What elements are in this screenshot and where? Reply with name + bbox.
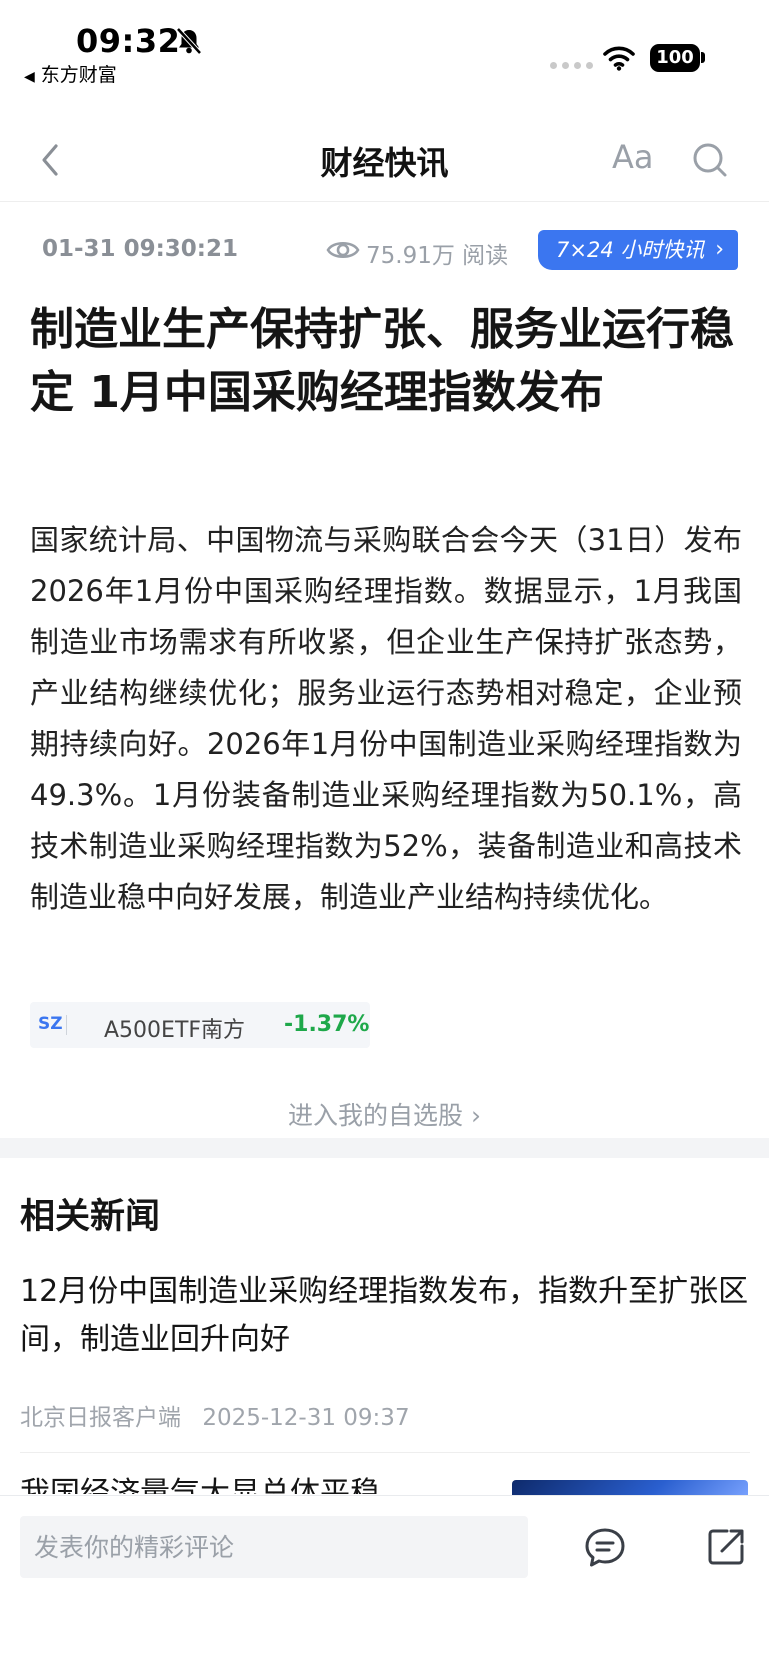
stock-name: A500ETF南方 [104,1018,246,1043]
stock-market-badge: SZ [38,1014,63,1034]
watchlist-link-label: 进入我的自选股 [288,1101,464,1130]
status-time: 09:32 [76,22,181,60]
news-time: 2025-12-31 09:37 [202,1405,410,1431]
publish-time: 01-31 09:30:21 [42,236,238,262]
list-item[interactable]: 12月份中国制造业采购经理指数发布，指数升至扩张区间，制造业回升向好 北京日报客… [20,1268,750,1432]
back-app-label: 东方财富 [40,64,117,86]
share-icon[interactable] [705,1526,747,1568]
article-headline: 制造业生产保持扩张、服务业运行稳定 1月中国采购经理指数发布 [30,304,734,418]
page-title: 财经快讯 [320,144,449,182]
list-divider [20,1452,750,1453]
battery-tip [701,52,705,63]
comment-icon[interactable] [583,1526,627,1570]
watchlist-link[interactable]: 进入我的自选股 › [0,1096,769,1132]
search-icon[interactable] [690,140,730,180]
related-stock-chip[interactable]: SZ A500ETF南方 -1.37% [30,1002,370,1048]
chevron-right-icon: › [715,237,724,262]
news-title: 12月份中国制造业采购经理指数发布，指数升至扩张区间，制造业回升向好 [20,1274,749,1357]
status-bar: 09:32 ◀ 东方财富 100 [0,0,769,100]
nav-bar: 财经快讯 Aa [0,120,769,202]
article-meta: 01-31 09:30:21 75.91万 阅读 7×24 小时快讯 › [0,228,769,274]
live-news-tag-button[interactable]: 7×24 小时快讯 › [538,230,738,270]
view-count: 75.91万 阅读 [366,243,509,269]
stock-separator [66,1015,67,1035]
bottom-bar [0,1495,769,1665]
article-body: 国家统计局、中国物流与采购联合会今天（31日）发布2026年1月份中国采购经理指… [30,523,742,914]
back-to-app-link[interactable]: ◀ 东方财富 [24,60,117,87]
font-size-button[interactable]: Aa [612,138,654,176]
live-news-tag-label: 7×24 小时快讯 [556,238,705,262]
bell-off-icon [176,27,202,55]
signal-dots [550,62,593,69]
chevron-right-icon: › [470,1101,481,1130]
battery-icon: 100 [650,44,700,72]
news-source: 北京日报客户端 [20,1405,181,1431]
comment-input[interactable] [20,1516,528,1578]
wifi-icon [603,46,635,71]
related-news-heading: 相关新闻 [20,1197,161,1237]
stock-change: -1.37% [284,1012,370,1037]
section-divider [0,1138,769,1158]
news-title: 我国经济量气大显总体平稳 [20,1476,380,1494]
news-meta: 北京日报客户端 2025-12-31 09:37 [20,1398,750,1432]
back-triangle-icon: ◀ [24,69,35,85]
eye-icon [326,241,360,259]
